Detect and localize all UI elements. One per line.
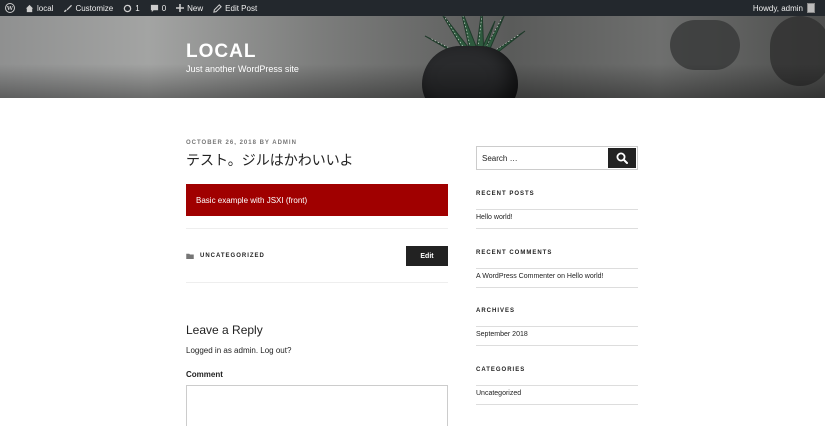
post-footer: UNCATEGORIZED Edit [186,246,448,266]
site-title[interactable]: LOCAL [186,41,256,63]
archives-title: ARCHIVES [476,308,516,314]
edit-button[interactable]: Edit [406,246,448,266]
new-label: New [187,3,204,13]
comments-count: 0 [161,3,167,13]
search-form [476,146,638,170]
widget-divider [476,404,638,405]
widget-divider [476,209,638,210]
comment-icon [150,4,159,13]
wordpress-icon: W [5,3,15,13]
jsx-block: Basic example with JSXI (front) [186,184,448,216]
header-bowl-decoration-right [770,16,825,86]
site-tagline: Just another WordPress site [186,64,299,74]
updates-link[interactable]: 1 [118,0,144,16]
post-category-link[interactable]: UNCATEGORIZED [200,253,265,259]
reply-title: Leave a Reply [186,323,263,337]
plant-pot-image [422,46,518,98]
my-account-link[interactable]: Howdy, admin [753,0,815,16]
pencil-icon [213,3,223,13]
greeting-label: Howdy, admin [752,3,803,13]
comment-textarea[interactable] [186,385,448,426]
admin-bar: W local Customize 1 0 New Edit Post Howd… [0,0,825,16]
new-content-link[interactable]: New [171,0,208,16]
site-header: LOCAL Just another WordPress site [0,16,825,98]
widget-divider [476,345,638,346]
avatar [807,3,815,13]
category-link[interactable]: Uncategorized [476,390,521,397]
widget-divider [476,385,638,386]
comments-link[interactable]: 0 [145,0,171,16]
search-input[interactable] [477,147,609,169]
updates-count: 1 [135,3,140,13]
updates-icon [123,4,132,13]
edit-post-link[interactable]: Edit Post [208,0,262,16]
recent-posts-title: RECENT POSTS [476,191,535,197]
site-name-link[interactable]: local [20,0,58,16]
home-icon [25,4,34,13]
folder-icon [186,253,194,259]
widget-divider [476,268,638,269]
post-footer-divider [186,282,448,283]
widget-divider [476,287,638,288]
recent-post-link[interactable]: Hello world! [476,214,513,221]
wordpress-logo-button[interactable]: W [0,0,20,16]
search-button[interactable] [608,148,636,168]
plus-icon [176,4,185,12]
brush-icon [63,4,73,13]
svg-text:W: W [6,6,14,12]
logged-in-text[interactable]: Logged in as admin. Log out? [186,346,291,355]
header-bowl-decoration [670,20,740,70]
archive-link[interactable]: September 2018 [476,331,528,338]
widget-divider [476,228,638,229]
categories-title: CATEGORIES [476,367,526,373]
post-divider [186,228,448,229]
sidebar: RECENT POSTS Hello world! RECENT COMMENT… [476,146,638,405]
jsx-block-text: Basic example with JSXI (front) [196,195,308,205]
customize-link[interactable]: Customize [58,0,118,16]
customize-label: Customize [75,3,114,13]
site-name-label: local [37,3,54,13]
widget-divider [476,326,638,327]
post-title: テスト。ジルはかわいいよ [186,153,354,169]
recent-comments-title: RECENT COMMENTS [476,250,553,256]
post-content: OCTOBER 26, 2018 BY ADMIN テスト。ジルはかわいいよ B… [186,140,448,426]
edit-post-label: Edit Post [225,3,258,13]
recent-comment-link[interactable]: A WordPress Commenter on Hello world! [476,273,603,280]
search-icon [616,152,628,164]
post-meta[interactable]: OCTOBER 26, 2018 BY ADMIN [186,140,448,146]
comment-label: Comment [186,370,223,379]
